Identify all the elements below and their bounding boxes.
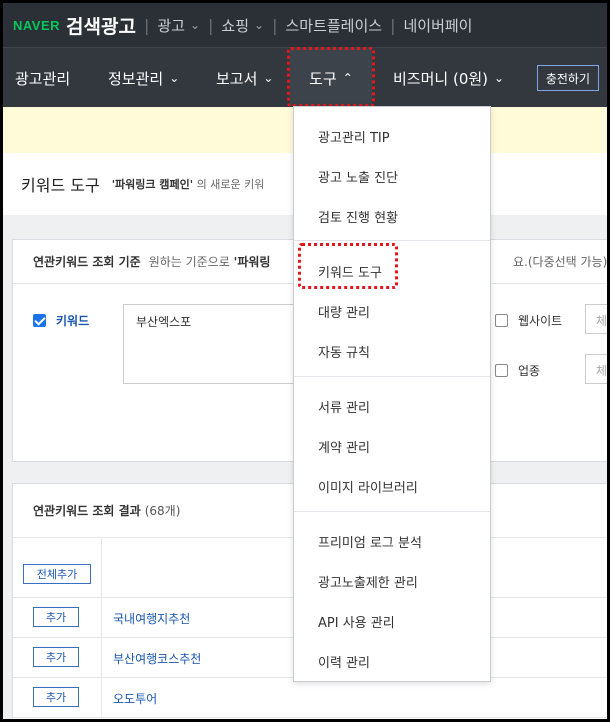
chevron-up-icon: ⌃ — [342, 71, 353, 85]
chevron-down-icon: ⌄ — [254, 18, 265, 32]
top-link-ads[interactable]: 광고 ⌄ — [157, 15, 200, 36]
nav-item-reports[interactable]: 보고서 ⌄ — [216, 48, 273, 108]
chevron-down-icon: ⌄ — [189, 18, 201, 32]
nav-item-info-management[interactable]: 정보관리 ⌄ — [108, 48, 179, 108]
menu-divider — [294, 511, 490, 512]
top-link-naverpay[interactable]: 네이버페이 — [403, 15, 472, 36]
page-subtitle: '파워링크 캠페인' 의 새로운 키워 — [112, 176, 265, 192]
brand-title[interactable]: 검색광고 — [66, 12, 136, 39]
top-bar: NAVER 검색광고 | 광고 ⌄ | 쇼핑 ⌄ | 스마트플레이스 | 네이버… — [3, 3, 607, 47]
menu-item-auto-rules[interactable]: 자동 규칙 — [318, 342, 370, 361]
keyword-link[interactable]: 오도투어 — [113, 690, 157, 707]
nav-item-bizmoney[interactable]: 비즈머니 (0원) ⌄ — [393, 48, 504, 108]
table-row: 추가 오도투어 — [13, 678, 607, 718]
page-title: 키워드 도구 — [21, 176, 100, 195]
menu-divider — [294, 376, 490, 377]
menu-item-exposure-diagnosis[interactable]: 광고 노출 진단 — [318, 167, 398, 186]
results-count: (68개) — [144, 504, 181, 518]
menu-item-history[interactable]: 이력 관리 — [318, 652, 370, 671]
keyword-checkbox[interactable] — [33, 314, 46, 327]
nav-item-label: 광고관리 — [15, 69, 71, 88]
criteria-heading: 연관키워드 조회 기준 — [33, 255, 141, 269]
divider: | — [208, 15, 214, 35]
top-link-shopping[interactable]: 쇼핑 ⌄ — [221, 15, 264, 36]
app-frame: NAVER 검색광고 | 광고 ⌄ | 쇼핑 ⌄ | 스마트플레이스 | 네이버… — [3, 3, 607, 719]
category-label: 업종 — [518, 364, 541, 378]
naver-logo[interactable]: NAVER — [13, 18, 60, 33]
top-link-label: 광고 — [157, 16, 185, 35]
category-checkbox[interactable] — [495, 364, 508, 377]
chevron-down-icon: ⌄ — [169, 71, 180, 85]
menu-item-premium-log[interactable]: 프리미엄 로그 분석 — [318, 532, 422, 551]
menu-item-ad-tip[interactable]: 광고관리 TIP — [318, 127, 390, 146]
menu-item-documents[interactable]: 서류 관리 — [318, 397, 370, 416]
menu-divider — [294, 240, 490, 241]
menu-item-contracts[interactable]: 계약 관리 — [318, 437, 370, 456]
menu-item-bulk-management[interactable]: 대량 관리 — [318, 302, 370, 321]
divider: | — [272, 15, 278, 35]
main-nav: 광고관리 정보관리 ⌄ 보고서 ⌄ 도구 ⌃ 비즈머니 (0원) ⌄ 충전하기 — [3, 47, 607, 108]
nav-item-label: 정보관리 — [108, 69, 164, 88]
add-button[interactable]: 추가 — [33, 607, 79, 627]
divider: | — [143, 15, 150, 35]
nav-item-label: 비즈머니 (0원) — [393, 69, 489, 88]
campaign-name: '파워링크 캠페인' — [111, 178, 194, 191]
keyword-link[interactable]: 부산여행코스추천 — [113, 650, 201, 667]
website-label: 웹사이트 — [518, 314, 563, 328]
tools-dropdown-menu: 광고관리 TIP 광고 노출 진단 검토 진행 현황 키워드 도구 대량 관리 … — [293, 106, 491, 682]
keyword-label: 키워드 — [56, 314, 90, 328]
top-link-label: 네이버페이 — [403, 16, 473, 35]
add-button[interactable]: 추가 — [33, 687, 79, 707]
menu-item-api-management[interactable]: API 사용 관리 — [318, 612, 395, 631]
criteria-desc-tail: 요.(다중선택 가능) — [513, 255, 607, 269]
nav-item-label: 도구 — [309, 69, 337, 88]
top-link-smartplace[interactable]: 스마트플레이스 — [285, 15, 382, 36]
nav-item-tools[interactable]: 도구 ⌃ — [290, 48, 372, 108]
website-checkbox[interactable] — [495, 314, 508, 327]
chevron-down-icon: ⌄ — [263, 71, 274, 85]
top-link-label: 쇼핑 — [221, 16, 250, 35]
top-link-label: 스마트플레이스 — [285, 16, 383, 35]
menu-item-image-library[interactable]: 이미지 라이브러리 — [318, 477, 418, 496]
criteria-desc-prefix: 원하는 기준으로 — [148, 255, 234, 269]
nav-item-label: 보고서 — [216, 69, 258, 88]
category-input[interactable]: 체 — [585, 354, 607, 384]
chevron-down-icon: ⌄ — [494, 71, 505, 85]
add-all-button[interactable]: 전체추가 — [23, 564, 91, 584]
subtitle-rest: 의 새로운 키워 — [193, 178, 265, 191]
menu-item-review-status[interactable]: 검토 진행 현황 — [318, 207, 398, 226]
menu-item-exposure-limit[interactable]: 광고노출제한 관리 — [318, 572, 418, 591]
criteria-desc-bold: '파워링 — [233, 255, 271, 269]
website-input[interactable]: 체 — [585, 304, 607, 334]
charge-button[interactable]: 충전하기 — [536, 65, 599, 91]
menu-item-keyword-tool[interactable]: 키워드 도구 — [318, 262, 382, 281]
divider: | — [390, 15, 396, 35]
criteria-desc: 원하는 기준으로 '파워링 — [149, 253, 271, 270]
add-button[interactable]: 추가 — [33, 647, 79, 667]
nav-item-ad-management[interactable]: 광고관리 — [15, 48, 70, 108]
keyword-link[interactable]: 국내여행지추천 — [113, 610, 190, 627]
results-heading: 연관키워드 조회 결과 — [33, 504, 141, 518]
